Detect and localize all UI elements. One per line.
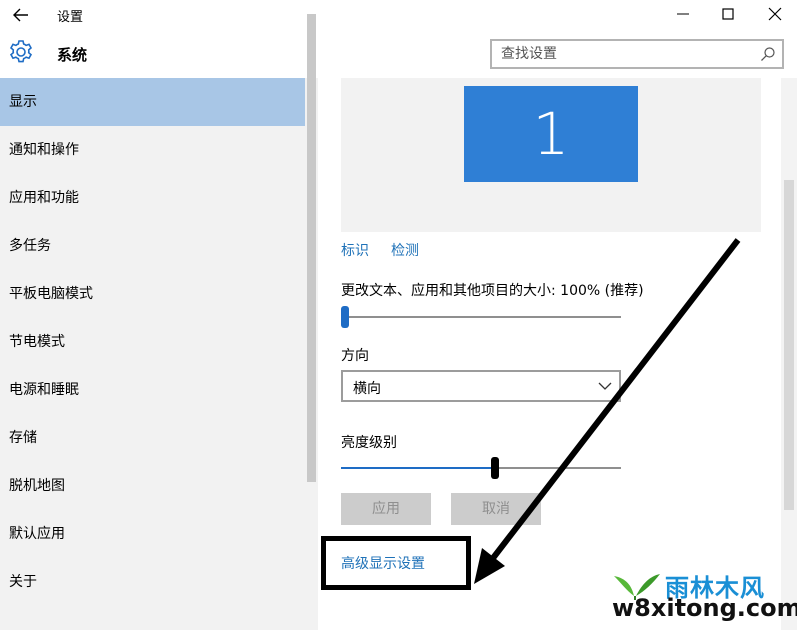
sidebar-item-notifications[interactable]: 通知和操作 (0, 126, 305, 174)
minimize-icon[interactable] (668, 3, 698, 25)
highlight-annotation-box (321, 536, 471, 590)
sidebar-item-about[interactable]: 关于 (0, 558, 305, 606)
cancel-button[interactable]: 取消 (451, 493, 541, 525)
detect-link[interactable]: 检测 (391, 240, 419, 260)
apply-button[interactable]: 应用 (341, 493, 431, 525)
sidebar-item-apps-features[interactable]: 应用和功能 (0, 174, 305, 222)
watermark-url: w8xitong.com (612, 594, 797, 622)
title-bar: 设置 (0, 0, 797, 30)
sidebar-item-default-apps[interactable]: 默认应用 (0, 510, 305, 558)
search-icon[interactable] (760, 46, 776, 62)
scale-label: 更改文本、应用和其他项目的大小: 100% (推荐) (341, 283, 644, 299)
sidebar-item-multitasking[interactable]: 多任务 (0, 222, 305, 270)
identify-link[interactable]: 标识 (341, 240, 369, 260)
brightness-label: 亮度级别 (341, 435, 397, 451)
brightness-slider-fill[interactable] (341, 467, 495, 469)
back-arrow-icon[interactable] (10, 5, 32, 25)
close-icon[interactable] (760, 3, 790, 25)
sidebar-item-offline-maps[interactable]: 脱机地图 (0, 462, 305, 510)
sidebar-item-storage[interactable]: 存储 (0, 414, 305, 462)
brightness-slider-track[interactable] (494, 467, 621, 469)
sidebar: 显示 通知和操作 应用和功能 多任务 平板电脑模式 节电模式 电源和睡眠 存储 … (0, 78, 318, 630)
brightness-slider-thumb[interactable] (490, 457, 499, 479)
search-input[interactable] (492, 41, 754, 67)
orientation-value: 横向 (353, 381, 381, 397)
monitor-tile[interactable]: 1 (464, 86, 638, 182)
watermark-logo: 雨林木风 w8xitong.com (606, 564, 797, 628)
scale-slider-thumb[interactable] (341, 306, 349, 328)
chevron-down-icon (598, 382, 612, 390)
orientation-label: 方向 (341, 348, 369, 364)
sidebar-nav: 显示 通知和操作 应用和功能 多任务 平板电脑模式 节电模式 电源和睡眠 存储 … (0, 78, 305, 606)
sidebar-scroll-thumb[interactable] (307, 14, 316, 482)
sidebar-item-power-sleep[interactable]: 电源和睡眠 (0, 366, 305, 414)
content-scroll-thumb[interactable] (784, 180, 794, 510)
sidebar-item-tablet-mode[interactable]: 平板电脑模式 (0, 270, 305, 318)
settings-header: 系统 (0, 30, 797, 78)
page-title: 系统 (57, 46, 88, 64)
scale-slider-track[interactable] (341, 316, 621, 318)
window-title: 设置 (57, 10, 84, 25)
gear-icon (9, 40, 33, 63)
search-box[interactable] (490, 39, 784, 69)
sidebar-item-battery-saver[interactable]: 节电模式 (0, 318, 305, 366)
orientation-dropdown[interactable]: 横向 (341, 370, 621, 402)
sidebar-item-display[interactable]: 显示 (0, 78, 305, 126)
maximize-icon[interactable] (713, 3, 743, 25)
